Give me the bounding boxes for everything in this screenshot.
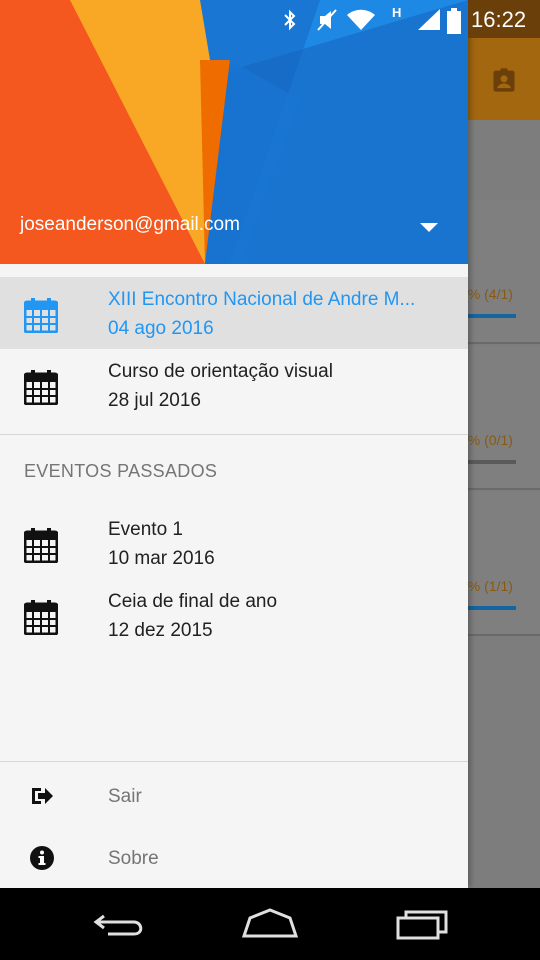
calendar-icon [24,528,58,563]
about-button[interactable]: Sobre [0,826,468,888]
event-item[interactable]: Curso de orientação visual 28 jul 2016 [0,349,468,421]
navigation-drawer: joseanderson@gmail.com XIII Encontro Nac… [0,0,468,888]
section-header-past-events: EVENTOS PASSADOS [24,461,218,481]
event-date: 28 jul 2016 [108,390,201,411]
event-title: Evento 1 [108,519,183,540]
back-icon[interactable] [90,906,150,942]
dropdown-arrow-icon[interactable] [418,220,440,234]
status-bar: H 16:22 [0,0,540,38]
event-date: 04 ago 2016 [108,318,214,339]
bluetooth-icon [284,9,296,31]
signal-icon [418,9,440,30]
network-type-label: H [392,5,402,20]
battery-icon [447,8,461,34]
vibrate-mute-icon [317,9,337,31]
event-date: 10 mar 2016 [108,548,215,569]
event-title: Ceia de final de ano [108,591,278,612]
info-icon [30,846,54,870]
account-email[interactable]: joseanderson@gmail.com [20,214,240,236]
event-item[interactable]: Ceia de final de ano 12 dez 2015 [0,579,468,651]
calendar-icon [24,370,58,405]
logout-button[interactable]: Sair [0,764,468,826]
background-progress-bar [462,606,516,610]
calendar-icon [24,600,58,635]
event-title: XIII Encontro Nacional de Andre M... [108,289,416,310]
recent-apps-icon[interactable] [392,906,452,942]
home-icon[interactable] [240,906,300,942]
background-progress-bar [462,314,516,318]
divider [0,434,468,435]
logout-label: Sair [108,786,142,807]
divider [0,761,468,762]
event-item[interactable]: Evento 1 10 mar 2016 [0,507,468,579]
contact-card-icon[interactable] [490,66,518,94]
about-label: Sobre [108,848,159,869]
event-item-selected[interactable]: XIII Encontro Nacional de Andre M... 04 … [0,277,468,349]
event-title: Curso de orientação visual [108,361,333,382]
background-progress-bar [462,460,516,464]
system-navigation-bar [0,888,540,960]
exit-icon [32,788,53,804]
calendar-icon [24,298,58,333]
wifi-icon [347,9,375,30]
status-time: 16:22 [471,7,527,32]
event-date: 12 dez 2015 [108,620,213,641]
drawer-header: joseanderson@gmail.com [0,0,468,264]
